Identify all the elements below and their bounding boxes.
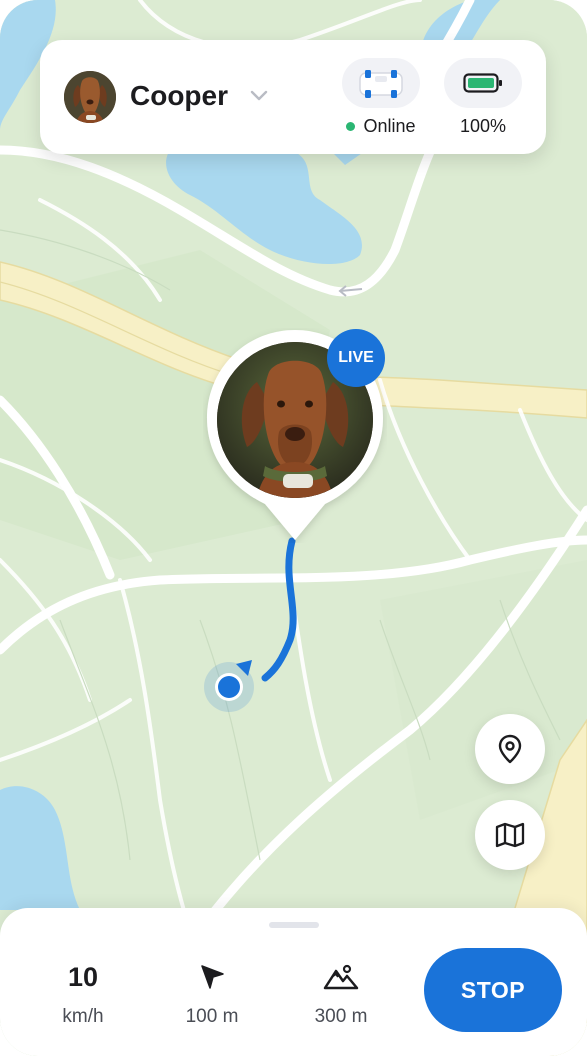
mountain-icon: [323, 964, 359, 990]
live-badge: LIVE: [327, 329, 385, 387]
tracker-device-icon: [359, 70, 403, 98]
sheet-handle[interactable]: [269, 922, 319, 928]
online-dot: [346, 122, 356, 131]
speed-value: 10: [67, 962, 99, 992]
status-label: Online: [363, 116, 416, 136]
pet-header-card: Cooper Online 100%: [40, 40, 546, 154]
bottom-sheet: 10 km/h 100 m 300 m STOP: [0, 908, 587, 1056]
stop-button[interactable]: STOP: [424, 948, 562, 1032]
distance-stat: 100 m: [157, 960, 267, 1028]
battery-status[interactable]: 100%: [444, 58, 522, 137]
battery-pill: [444, 58, 522, 108]
map-type-button[interactable]: [475, 800, 545, 870]
battery-icon: [463, 73, 502, 93]
distance-label: 100 m: [185, 1006, 239, 1027]
tracker-status[interactable]: Online: [342, 58, 420, 137]
locate-pet-button[interactable]: [475, 714, 545, 784]
tracker-device-pill: [342, 58, 420, 108]
elevation-label: 300 m: [314, 1006, 368, 1027]
elevation-stat: 300 m: [286, 960, 396, 1028]
app-screen: LIVE Cooper Online 100% 10 km/h 100 m 30…: [0, 0, 587, 1056]
map-icon: [495, 822, 525, 848]
tracker-status-text: Online: [342, 116, 420, 137]
battery-label: 100%: [459, 116, 507, 136]
pet-location-pin[interactable]: LIVE: [203, 328, 387, 543]
speed-unit: km/h: [62, 1006, 104, 1027]
pet-avatar[interactable]: [64, 71, 116, 123]
pet-name[interactable]: Cooper: [130, 80, 228, 112]
speed-stat: 10 km/h: [28, 960, 138, 1028]
chevron-down-icon[interactable]: [248, 84, 270, 106]
navigation-arrow-icon: [201, 965, 224, 989]
location-pin-icon: [498, 734, 522, 764]
